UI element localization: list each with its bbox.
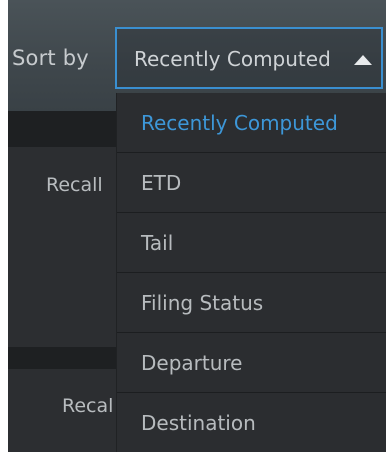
sort-option-label: Tail [141, 231, 174, 255]
sort-option-destination[interactable]: Destination [117, 393, 386, 452]
sort-option-tail[interactable]: Tail [117, 213, 386, 273]
sort-option-etd[interactable]: ETD [117, 153, 386, 213]
sort-by-label: Sort by [12, 46, 89, 70]
sort-option-label: ETD [141, 171, 182, 195]
recall-button[interactable]: Recal [62, 395, 113, 417]
caret-up-icon [354, 55, 372, 65]
sort-option-recently-computed[interactable]: Recently Computed [117, 93, 386, 153]
sort-option-filing-status[interactable]: Filing Status [117, 273, 386, 333]
recall-button[interactable]: Recall [46, 174, 103, 196]
sort-option-label: Departure [141, 351, 243, 375]
sort-select[interactable]: Recently Computed [115, 27, 383, 89]
sort-dropdown-menu: Recently Computed ETD Tail Filing Status… [116, 93, 386, 452]
sort-option-label: Destination [141, 411, 256, 435]
sort-select-value: Recently Computed [134, 47, 331, 71]
sort-option-label: Recently Computed [141, 111, 338, 135]
sort-option-departure[interactable]: Departure [117, 333, 386, 393]
sort-option-label: Filing Status [141, 291, 264, 315]
screen: Sort by Recently Computed Recall Recal R… [0, 0, 386, 452]
